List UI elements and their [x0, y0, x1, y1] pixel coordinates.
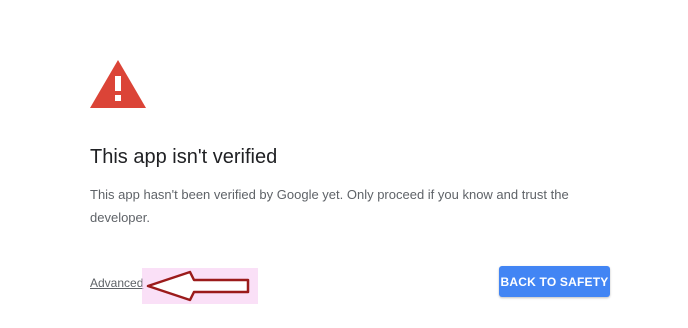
advanced-link[interactable]: Advanced — [90, 275, 143, 291]
unverified-app-warning-page: This app isn't verified This app hasn't … — [0, 0, 688, 328]
warning-message: This app hasn't been verified by Google … — [90, 187, 569, 225]
left-arrow-annotation-icon — [142, 268, 258, 304]
page-title: This app isn't verified — [90, 146, 278, 168]
back-to-safety-button[interactable]: BACK TO SAFETY — [499, 266, 610, 297]
warning-triangle-icon — [90, 60, 146, 108]
